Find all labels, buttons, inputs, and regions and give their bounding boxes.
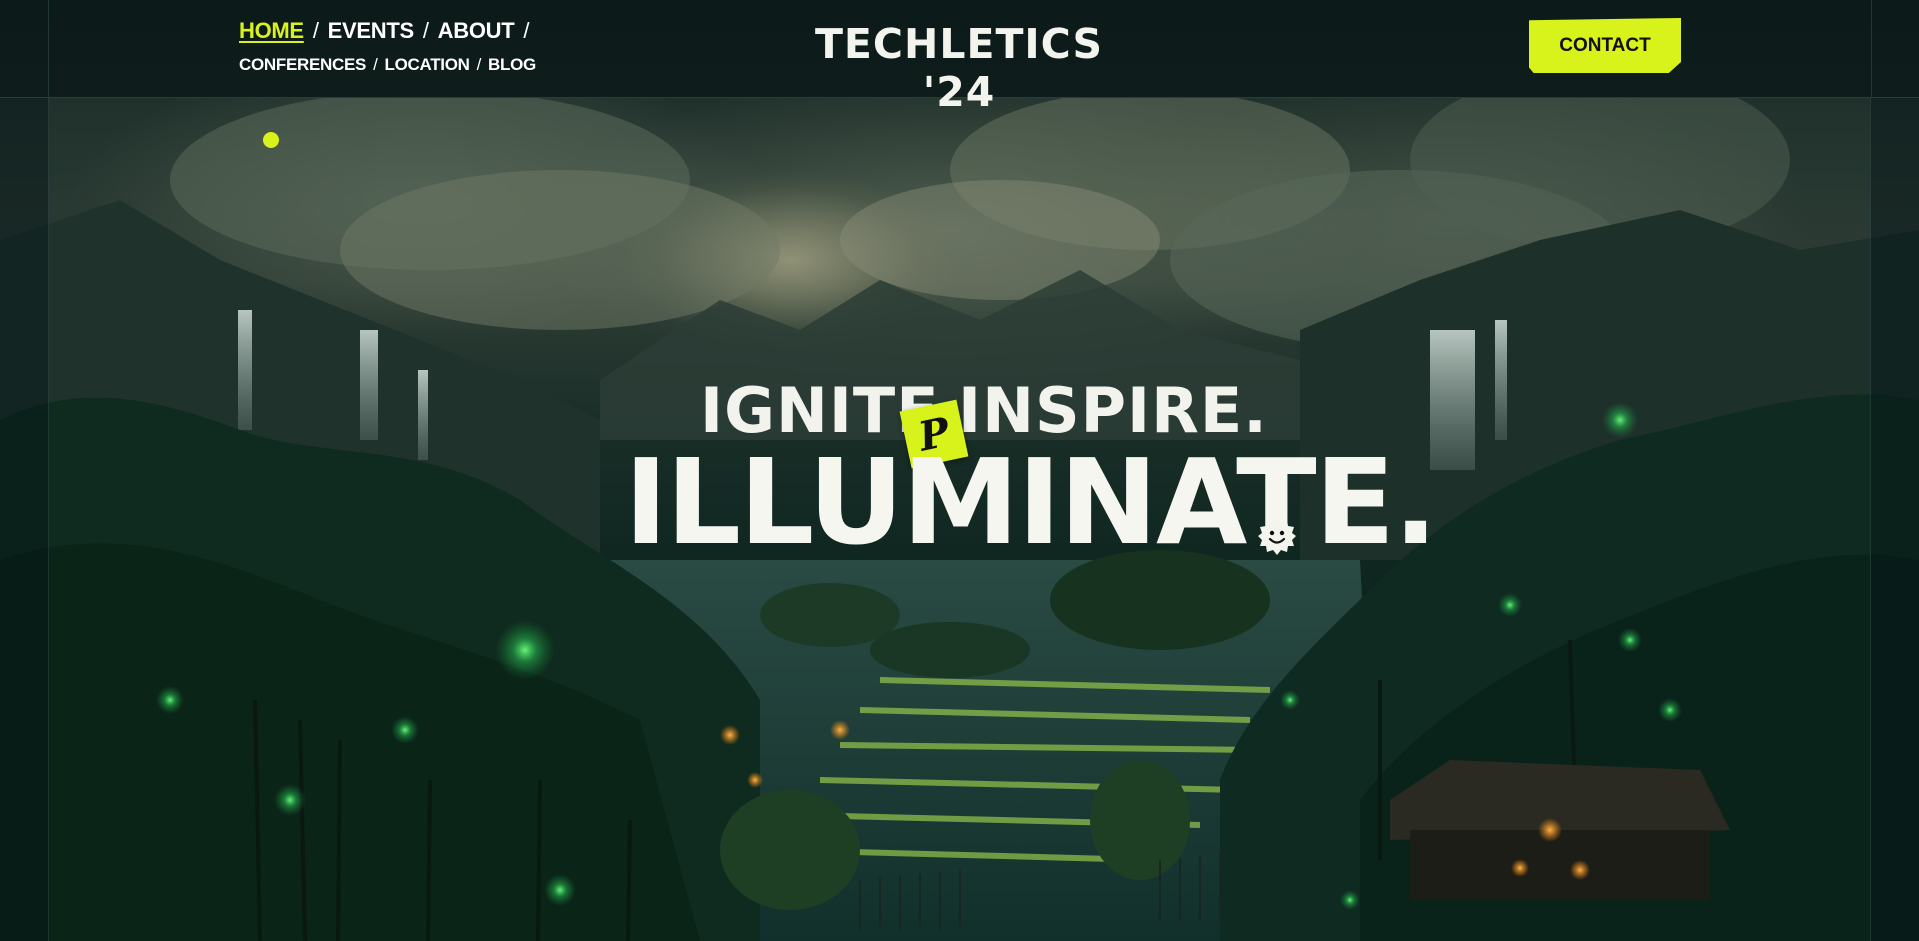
nav-separator: / <box>523 18 530 43</box>
nav-separator: / <box>373 55 378 74</box>
smiley-badge-icon <box>1258 517 1296 555</box>
header-divider-left <box>48 0 49 97</box>
nav-link-conferences[interactable]: CONFERENCES <box>239 55 366 75</box>
site-header: HOME / EVENTS / ABOUT / CONFERENCES / LO… <box>0 0 1919 116</box>
hero-headline: ILLUMINATE. <box>624 433 1438 571</box>
primary-nav: HOME / EVENTS / ABOUT / <box>239 18 538 44</box>
left-frame-shade <box>0 0 49 941</box>
site-logo[interactable]: TECHLETICS '24 <box>793 20 1125 116</box>
nav-link-blog[interactable]: BLOG <box>488 55 536 75</box>
header-divider-right <box>1871 0 1872 97</box>
dot-marker-icon <box>263 132 279 148</box>
nav-link-location[interactable]: LOCATION <box>385 55 470 75</box>
right-frame-shade <box>1870 0 1919 941</box>
nav-separator: / <box>476 55 482 74</box>
nav-separator: / <box>312 18 319 43</box>
contact-button[interactable]: CONTACT <box>1529 18 1681 73</box>
nav-link-about[interactable]: ABOUT <box>438 18 515 44</box>
nav-link-events[interactable]: EVENTS <box>328 18 415 44</box>
nav-separator: / <box>422 18 429 43</box>
secondary-nav: CONFERENCES / LOCATION / BLOG <box>239 55 536 75</box>
nav-link-home[interactable]: HOME <box>239 18 304 44</box>
